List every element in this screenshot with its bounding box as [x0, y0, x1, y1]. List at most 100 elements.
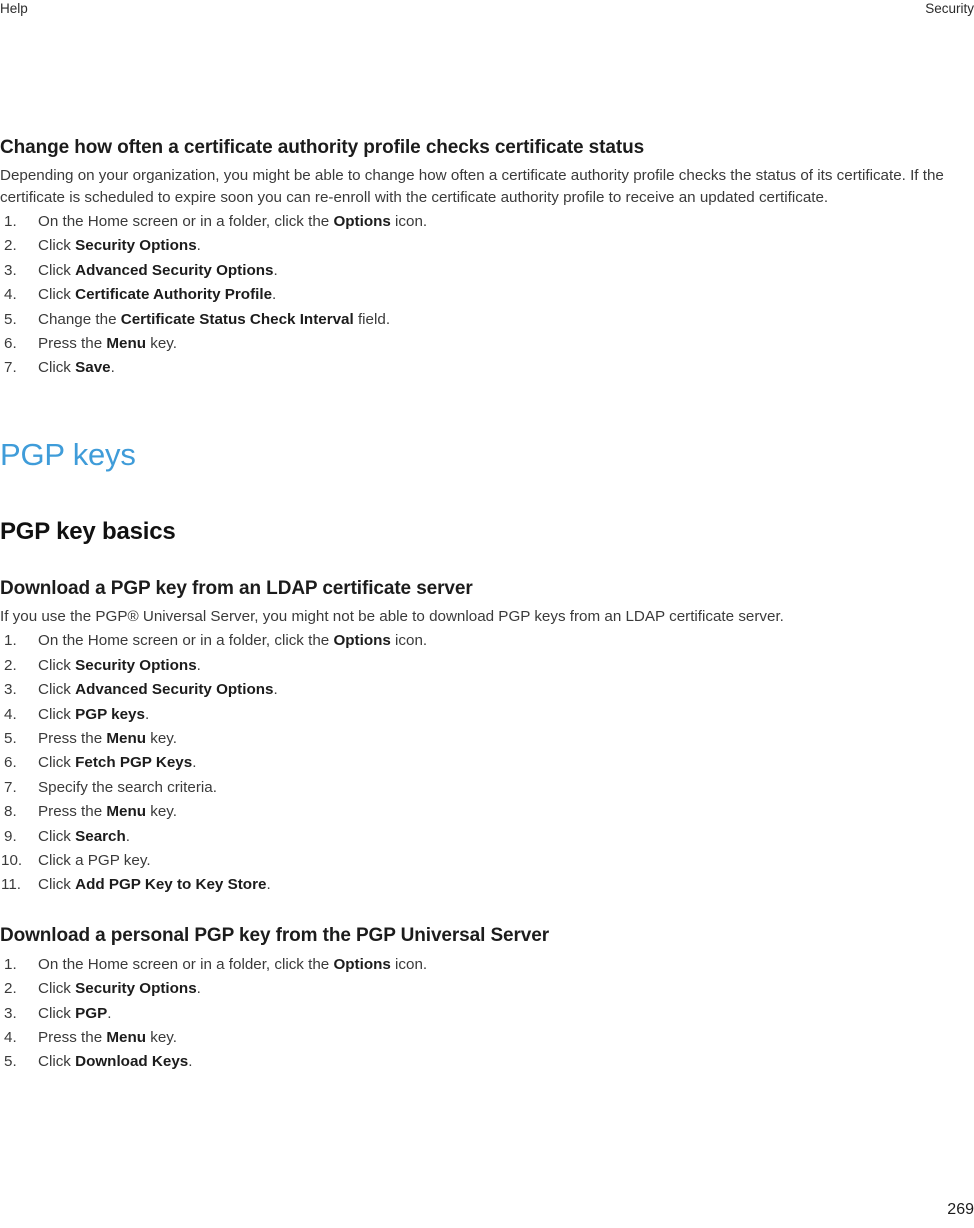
- document-content: Change how often a certificate authority…: [0, 136, 974, 1075]
- page-number: 269: [947, 1201, 974, 1218]
- step-text-tail: .: [188, 1053, 193, 1071]
- step-emphasis: Save: [75, 359, 111, 377]
- step-text-tail: .: [196, 980, 201, 998]
- step-item: Click PGP keys.: [0, 703, 974, 728]
- step-text-tail: .: [110, 359, 115, 377]
- step-text-tail: key.: [146, 729, 177, 747]
- running-header-left-label: Help: [0, 1, 28, 16]
- heading-download-personal: Download a personal PGP key from the PGP…: [0, 924, 550, 946]
- step-item: On the Home screen or in a folder, click…: [0, 629, 974, 654]
- step-text-tail: .: [266, 876, 271, 894]
- step-text: On the Home screen or in a folder, click…: [38, 213, 334, 230]
- spacer-before-ldap: [0, 547, 974, 577]
- step-emphasis: Options: [333, 213, 391, 230]
- step-item: Press the Menu key.: [0, 727, 974, 752]
- step-text-tail: key.: [146, 803, 177, 821]
- step-text: Click: [38, 681, 76, 699]
- document-page: Help Security Change how often a certifi…: [0, 0, 974, 1228]
- step-emphasis: Search: [75, 827, 126, 845]
- step-text: Click: [38, 359, 76, 377]
- spacer-before-section: [0, 473, 974, 517]
- step-item: Click Certificate Authority Profile.: [0, 283, 974, 308]
- running-header: Help Security: [0, 0, 974, 22]
- step-emphasis: Options: [333, 632, 391, 650]
- step-emphasis: Advanced Security Options: [75, 681, 274, 699]
- step-item: Click a PGP key.: [0, 849, 974, 874]
- step-text-tail: .: [192, 754, 197, 772]
- step-item: Click Security Options.: [0, 977, 974, 1002]
- heading-download-ldap: Download a PGP key from an LDAP certific…: [0, 577, 473, 599]
- section-download-ldap: Download a PGP key from an LDAP certific…: [0, 577, 974, 898]
- spacer-before-personal: [0, 898, 974, 924]
- step-item: Click Search.: [0, 825, 974, 850]
- section-download-personal: Download a personal PGP key from the PGP…: [0, 924, 974, 1075]
- step-emphasis: Options: [333, 955, 391, 973]
- step-text: Change the: [38, 310, 121, 328]
- step-text-tail: field.: [353, 310, 391, 328]
- step-text: Click: [38, 876, 76, 894]
- step-text-tail: icon.: [390, 632, 428, 650]
- step-item: Click Add PGP Key to Key Store.: [0, 873, 974, 898]
- page-footer: 269: [0, 1200, 974, 1220]
- step-item: Click Advanced Security Options.: [0, 678, 974, 703]
- heading-ca-profile: Change how often a certificate authority…: [0, 137, 645, 158]
- step-item: Click Advanced Security Options.: [0, 259, 974, 284]
- step-item: Click Security Options.: [0, 234, 974, 259]
- step-emphasis: Security Options: [75, 237, 197, 255]
- step-text-tail: .: [125, 827, 131, 845]
- step-text-tail: key.: [146, 335, 177, 353]
- step-emphasis: PGP: [75, 1004, 108, 1022]
- step-text: Click: [38, 237, 76, 255]
- step-text: Click: [38, 754, 76, 772]
- step-emphasis: Menu: [106, 803, 147, 821]
- step-emphasis: Menu: [106, 1029, 147, 1047]
- paragraph-download-ldap-intro: If you use the PGP® Universal Server, yo…: [0, 607, 784, 625]
- step-emphasis: Fetch PGP Keys: [75, 754, 193, 772]
- steps-list-ca-profile: On the Home screen or in a folder, click…: [0, 210, 974, 381]
- step-text-tail: icon.: [390, 955, 428, 973]
- step-text: Click: [38, 827, 76, 845]
- section-ca-profile: Change how often a certificate authority…: [0, 136, 974, 381]
- step-item: Click Download Keys.: [0, 1050, 974, 1075]
- step-item: Click Save.: [0, 356, 974, 381]
- step-text: Press the: [38, 335, 107, 353]
- step-emphasis: Menu: [106, 335, 147, 353]
- step-item: Press the Menu key.: [0, 332, 974, 357]
- step-text-tail: icon.: [390, 213, 428, 230]
- step-text-tail: .: [273, 261, 278, 279]
- step-text: Click: [38, 980, 76, 998]
- step-text: Click a PGP key.: [38, 852, 151, 869]
- running-header-right-label: Security: [925, 1, 974, 16]
- step-text-tail: .: [144, 705, 150, 723]
- step-text: Specify the search criteria.: [38, 778, 217, 796]
- step-item: Change the Certificate Status Check Inte…: [0, 308, 974, 333]
- step-item: On the Home screen or in a folder, click…: [0, 210, 974, 235]
- step-emphasis: Security Options: [75, 656, 197, 674]
- step-text-tail: key.: [146, 1029, 177, 1047]
- step-emphasis: PGP keys: [75, 705, 145, 723]
- paragraph-ca-profile-intro: Depending on your organization, you migh…: [0, 167, 944, 206]
- step-emphasis: Security Options: [75, 980, 197, 998]
- step-text-tail: .: [196, 656, 201, 674]
- chapter-heading-pgp-keys: PGP keys: [0, 436, 136, 472]
- step-text-tail: .: [107, 1004, 112, 1022]
- step-text-tail: .: [273, 681, 278, 699]
- step-item: Click Fetch PGP Keys.: [0, 751, 974, 776]
- step-item: Press the Menu key.: [0, 1026, 974, 1051]
- spacer-before-chapter: [0, 381, 974, 437]
- step-item: Click PGP.: [0, 1002, 974, 1027]
- step-item: On the Home screen or in a folder, click…: [0, 953, 974, 978]
- step-text: Click: [38, 705, 76, 723]
- step-item: Specify the search criteria.: [0, 776, 974, 801]
- step-text: Click: [38, 261, 76, 279]
- step-text: Click: [38, 286, 76, 304]
- step-text: Press the: [38, 1029, 107, 1047]
- step-text: On the Home screen or in a folder, click…: [38, 955, 334, 973]
- step-text: Press the: [38, 803, 107, 821]
- step-text: Click: [38, 656, 76, 674]
- step-emphasis: Menu: [106, 729, 147, 747]
- step-emphasis: Add PGP Key to Key Store: [75, 876, 267, 894]
- steps-list-download-ldap: On the Home screen or in a folder, click…: [0, 629, 974, 898]
- step-text-tail: .: [272, 286, 277, 304]
- step-emphasis: Advanced Security Options: [75, 261, 274, 279]
